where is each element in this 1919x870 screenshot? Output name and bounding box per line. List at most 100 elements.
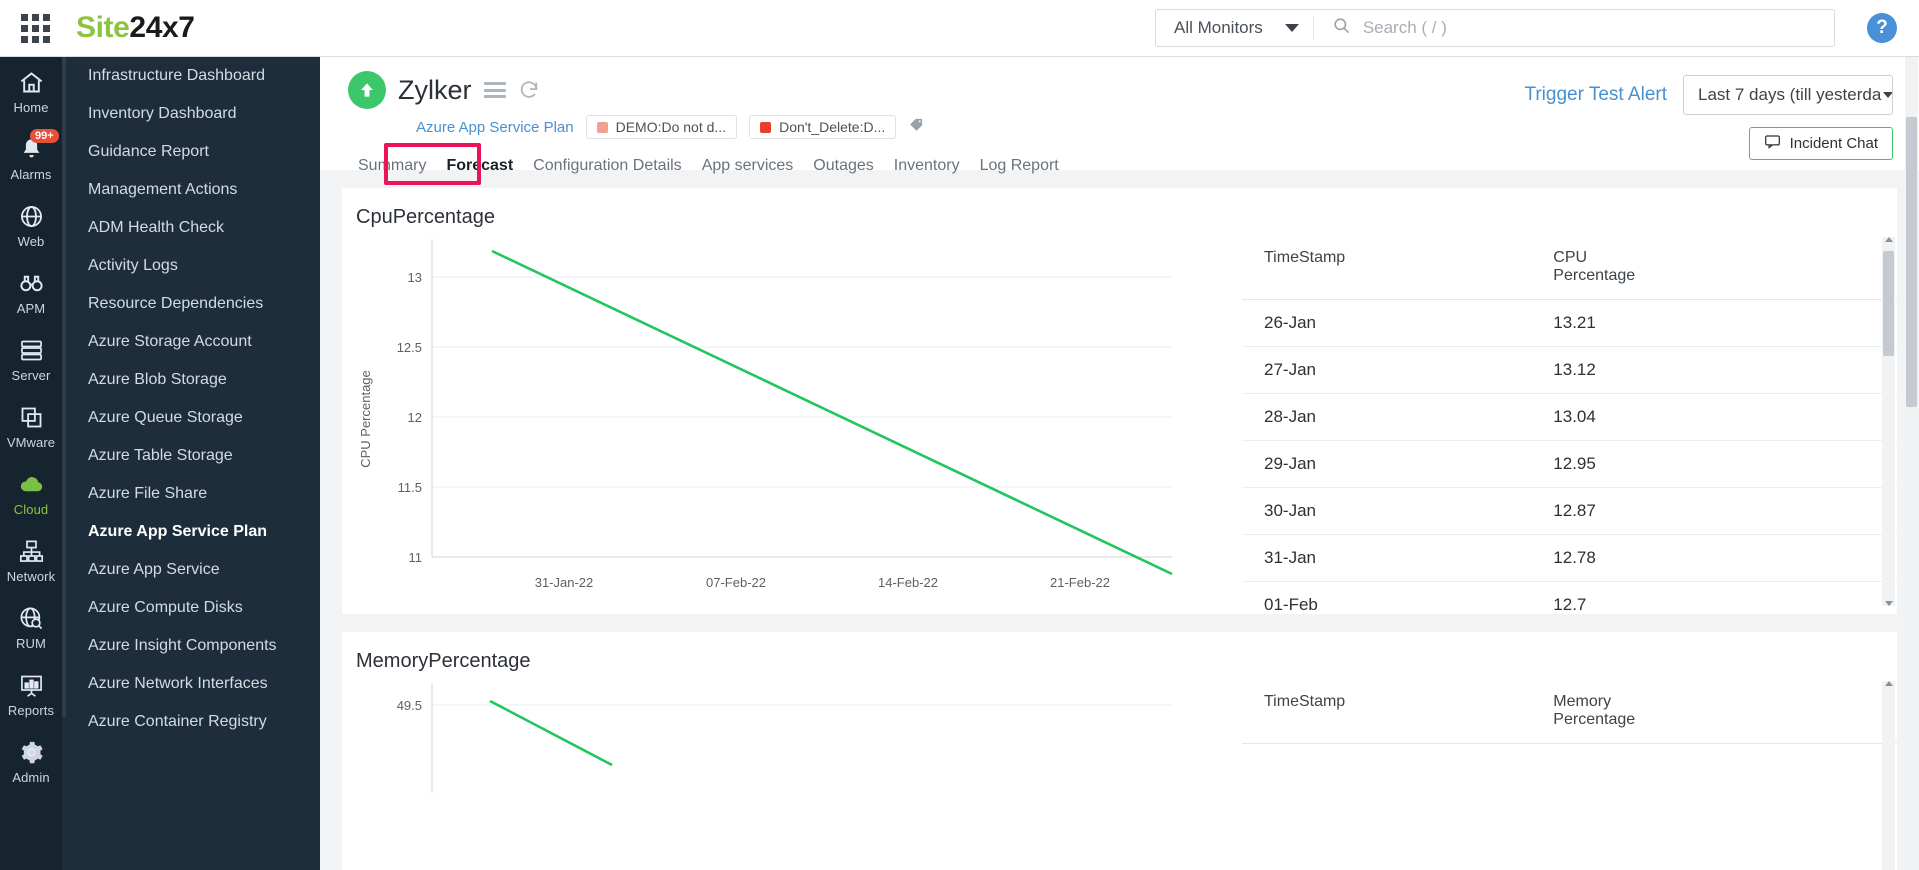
sidebar-item-inventory-dashboard[interactable]: Inventory Dashboard [62,95,320,133]
tab-outages[interactable]: Outages [803,151,883,181]
scrollbar-thumb[interactable] [1883,251,1894,356]
rail-item-reports[interactable]: Reports [0,660,62,727]
tag-demo[interactable]: DEMO:Do not d... [585,115,738,139]
x-tick-0: 31-Jan-22 [535,575,594,590]
cpu-table-scrollbar[interactable] [1882,237,1895,606]
page-scrollbar-thumb[interactable] [1906,117,1917,407]
page-scrollbar[interactable] [1905,57,1918,870]
tag-label: Don't_Delete:D... [779,119,886,135]
sidebar-item-azure-network-interfaces[interactable]: Azure Network Interfaces [62,665,320,703]
x-tick-3: 21-Feb-22 [1050,575,1110,590]
rail-item-admin[interactable]: Admin [0,727,62,794]
tab-log-report[interactable]: Log Report [970,151,1069,181]
tag-dont-delete[interactable]: Don't_Delete:D... [749,115,897,139]
rail-item-web[interactable]: Web [0,191,62,258]
sidebar-item-infrastructure-dashboard[interactable]: Infrastructure Dashboard [62,57,320,95]
monitor-filter-dropdown[interactable]: All Monitors [1156,10,1313,46]
memory-table-scrollbar[interactable] [1882,681,1895,870]
cpu-card-body: 13 12.5 12 11.5 11 CPU Percentage 31-Jan… [342,229,1897,614]
sidebar-item-azure-container-registry[interactable]: Azure Container Registry [62,703,320,741]
tag-icon[interactable] [908,116,925,138]
scroll-down-icon[interactable] [1882,597,1895,610]
sidebar-item-label: Azure Blob Storage [88,371,227,388]
rail-label: Alarms [10,167,52,182]
sidebar-item-azure-app-service[interactable]: Azure App Service [62,551,320,589]
tab-app-services[interactable]: App services [692,151,804,181]
refresh-icon[interactable] [518,79,540,101]
help-button[interactable]: ? [1867,13,1897,43]
y-tick-11: 11 [409,550,423,565]
sidebar-item-label: Azure Storage Account [88,333,252,350]
sidebar-item-azure-queue-storage[interactable]: Azure Queue Storage [62,399,320,437]
incident-chat-button[interactable]: Incident Chat [1748,127,1893,160]
rail-label: VMware [6,435,56,450]
rail-label: Server [11,368,51,383]
col-cpu-percentage: CPU Percentage [1543,243,1897,300]
scroll-up-icon[interactable] [1882,233,1895,246]
rail-item-apm[interactable]: APM [0,258,62,325]
rail-item-alarms[interactable]: 99+ Alarms [0,124,62,191]
cell-value: 12.78 [1543,534,1897,582]
tab-configuration-details[interactable]: Configuration Details [523,151,692,181]
sidebar-item-azure-insight-components[interactable]: Azure Insight Components [62,627,320,665]
chevron-down-icon [1883,92,1892,98]
sidebar-item-azure-file-share[interactable]: Azure File Share [62,475,320,513]
cell-timestamp: 27-Jan [1242,346,1544,394]
sidebar-item-azure-table-storage[interactable]: Azure Table Storage [62,437,320,475]
tab-inventory[interactable]: Inventory [884,151,970,181]
rail-item-network[interactable]: Network [0,526,62,593]
chat-icon [1764,134,1781,153]
main-content: Zylker Azure App Service Plan DEMO:Do no… [320,57,1919,870]
sidebar-item-guidance-report[interactable]: Guidance Report [62,133,320,171]
subnav-scrollbar[interactable] [62,57,66,717]
sidebar-item-label: Azure Network Interfaces [88,675,268,692]
sidebar-item-resource-dependencies[interactable]: Resource Dependencies [62,285,320,323]
sidebar-item-azure-blob-storage[interactable]: Azure Blob Storage [62,361,320,399]
cell-value: 12.7 [1543,581,1897,614]
rail-item-cloud[interactable]: Cloud [0,459,62,526]
global-search-bar: All Monitors [1155,9,1835,47]
rail-item-server[interactable]: Server [0,325,62,392]
tag-color-dot [760,121,772,133]
tab-forecast[interactable]: Forecast [436,151,523,181]
rail-item-home[interactable]: Home [0,57,62,124]
cell-value: 12.87 [1543,487,1897,535]
rail-item-rum[interactable]: RUM [0,593,62,660]
sidebar-item-azure-compute-disks[interactable]: Azure Compute Disks [62,589,320,627]
tab-summary[interactable]: Summary [348,151,436,181]
cpu-forecast-line [491,249,1173,576]
binoculars-icon [16,269,46,297]
cpu-line-chart-svg: 13 12.5 12 11.5 11 CPU Percentage 31-Jan… [358,239,1173,590]
monitor-type-link[interactable]: Azure App Service Plan [416,119,574,136]
memory-chart-title: MemoryPercentage [356,650,531,672]
cell-timestamp: 31-Jan [1242,534,1544,582]
sidebar-item-azure-storage-account[interactable]: Azure Storage Account [62,323,320,361]
rail-item-vmware[interactable]: VMware [0,392,62,459]
layers-icon [16,403,46,431]
cell-timestamp: 29-Jan [1242,440,1544,488]
scroll-up-icon[interactable] [1882,677,1895,690]
memory-forecast-table: TimeStamp Memory Percentage [1242,687,1897,744]
monitor-menu-icon[interactable] [483,82,506,98]
y-tick-11-5: 11.5 [398,480,422,495]
sidebar-item-label: Activity Logs [88,257,178,274]
sidebar-item-label: Resource Dependencies [88,295,264,312]
brand-logo[interactable]: Site24x7 [76,11,195,45]
sidebar-item-label: Azure App Service Plan [88,523,268,540]
col-memory-percentage: Memory Percentage [1543,687,1897,744]
sidebar-item-management-actions[interactable]: Management Actions [62,171,320,209]
search-input[interactable] [1362,18,1834,38]
memory-forecast-table-wrap: TimeStamp Memory Percentage [1242,673,1897,870]
app-launcher-icon[interactable] [20,13,50,43]
period-dropdown[interactable]: Last 7 days (till yesterda [1683,75,1893,115]
trigger-test-alert-button[interactable]: Trigger Test Alert [1524,84,1667,106]
sidebar-item-label: Azure Compute Disks [88,599,243,616]
memory-line-chart-svg: 49.5 [397,683,1172,793]
cloud-icon [16,470,46,498]
sidebar-item-label: ADM Health Check [88,219,225,236]
sidebar-item-activity-logs[interactable]: Activity Logs [62,247,320,285]
sidebar-item-adm-health-check[interactable]: ADM Health Check [62,209,320,247]
sidebar-item-azure-app-service-plan[interactable]: Azure App Service Plan [62,513,320,551]
monitor-status-up-icon [348,71,386,109]
sidebar-item-label: Guidance Report [88,143,209,160]
